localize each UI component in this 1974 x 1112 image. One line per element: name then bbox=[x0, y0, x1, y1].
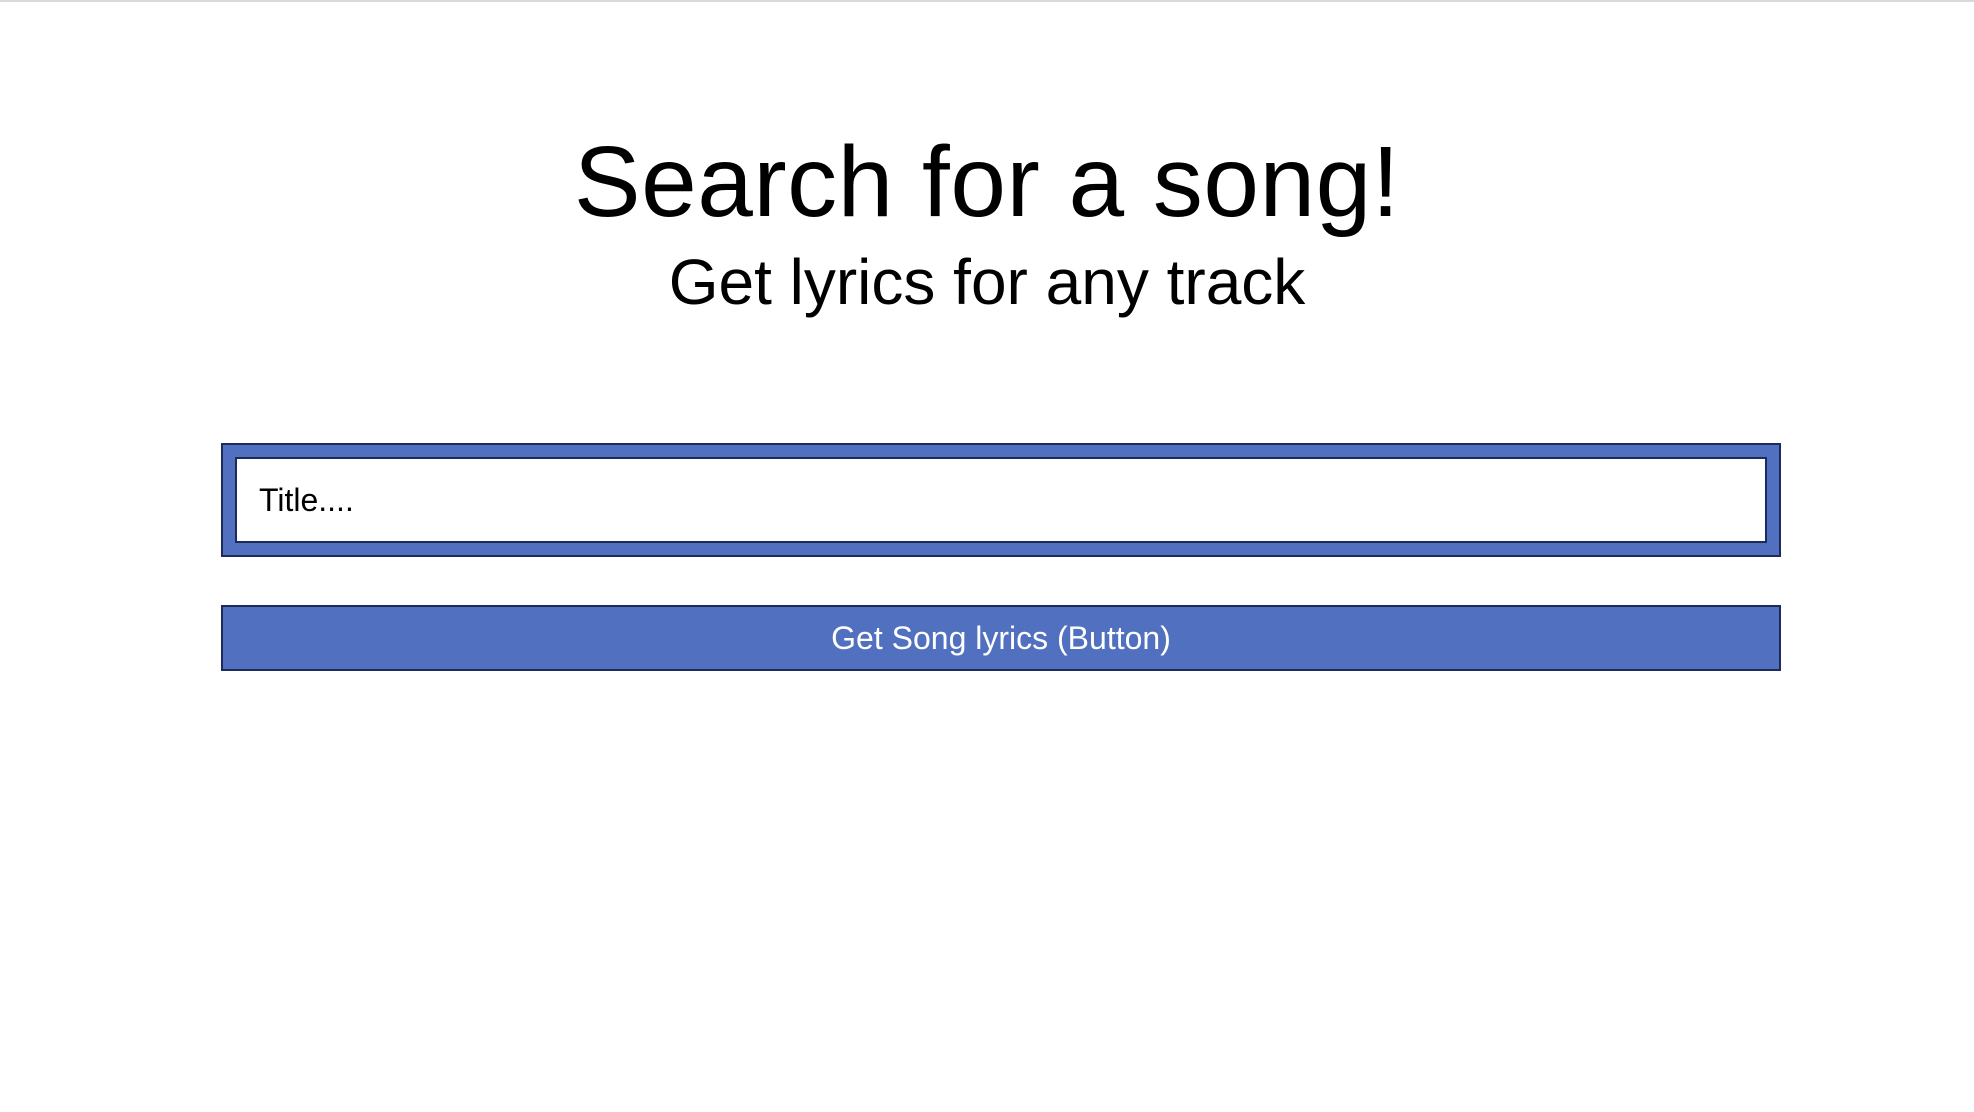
search-field-frame bbox=[221, 443, 1781, 557]
top-divider bbox=[0, 0, 1974, 2]
get-song-lyrics-button[interactable]: Get Song lyrics (Button) bbox=[221, 605, 1781, 671]
song-title-input[interactable] bbox=[235, 457, 1767, 543]
page-title: Search for a song! bbox=[573, 126, 1401, 238]
page-subtitle: Get lyrics for any track bbox=[668, 246, 1306, 318]
